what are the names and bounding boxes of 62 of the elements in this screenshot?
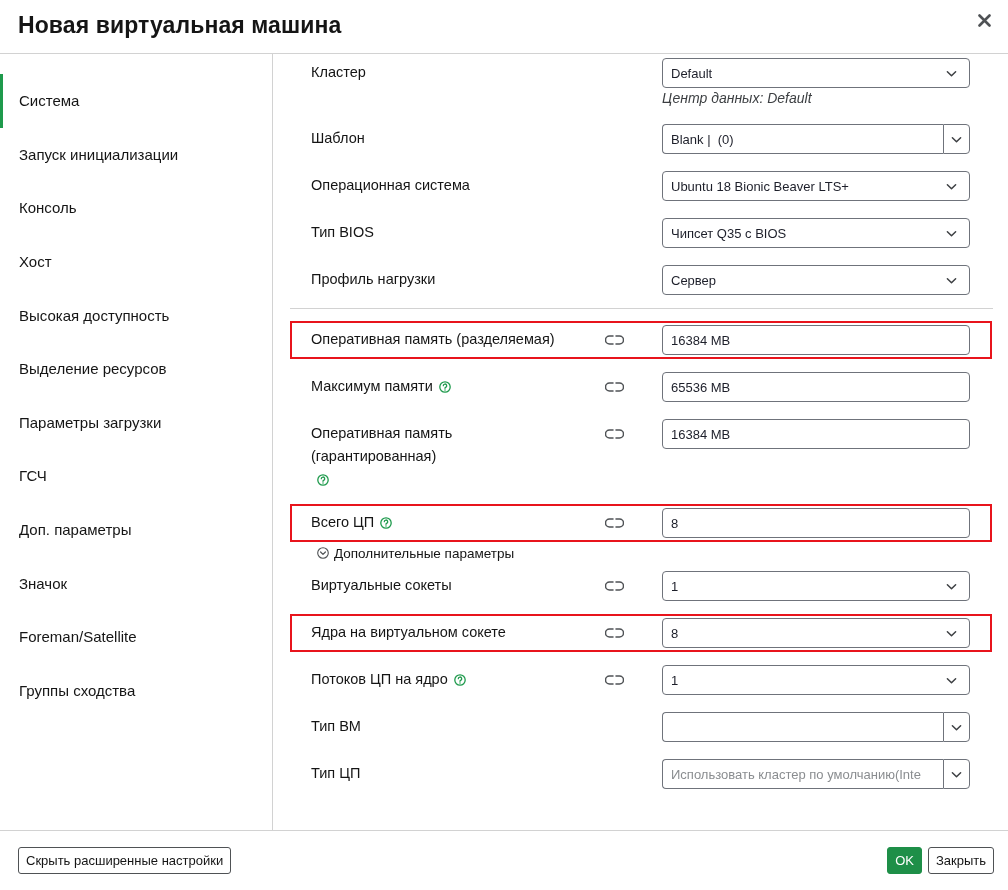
field-label: Тип ВМ bbox=[311, 717, 361, 736]
help-icon[interactable] bbox=[453, 673, 466, 686]
dropdown-toggle[interactable] bbox=[943, 759, 970, 789]
dropdown[interactable]: 1 bbox=[662, 571, 970, 601]
link-icon[interactable] bbox=[605, 675, 624, 685]
field-label: Тип BIOS bbox=[311, 223, 374, 242]
field-label: Виртуальные сокеты bbox=[311, 576, 452, 595]
chevron-circle-icon bbox=[317, 547, 329, 559]
nav-item[interactable]: Система bbox=[0, 74, 272, 128]
nav-item[interactable]: Доп. параметры bbox=[0, 502, 272, 557]
link-icon[interactable] bbox=[605, 429, 624, 439]
advanced-options-toggle[interactable]: Дополнительные параметры bbox=[317, 544, 515, 562]
nav-item[interactable]: Выделение ресурсов bbox=[0, 341, 272, 396]
dropdown[interactable]: Ubuntu 18 Bionic Beaver LTS+ bbox=[662, 171, 970, 201]
field-label: Ядра на виртуальном сокете bbox=[311, 623, 506, 642]
field-label: Оперативная память (гарантированная) bbox=[311, 424, 454, 466]
dropdown[interactable]: Default bbox=[662, 58, 970, 88]
text-field[interactable]: 8 bbox=[662, 508, 970, 538]
combo-input[interactable]: Использовать кластер по умолчанию(Inte bbox=[662, 759, 943, 789]
nav-item[interactable]: ГСЧ bbox=[0, 449, 272, 503]
help-icon[interactable] bbox=[438, 380, 451, 393]
help-icon[interactable] bbox=[317, 473, 329, 486]
field-label: Максимум памяти bbox=[311, 377, 433, 396]
combo-input[interactable] bbox=[662, 712, 943, 742]
dropdown[interactable]: 8 bbox=[662, 618, 970, 648]
hide-advanced-button[interactable]: Скрыть расширенные настройки bbox=[18, 847, 232, 874]
field-label: Потоков ЦП на ядро bbox=[311, 670, 448, 689]
text-field[interactable]: 65536 MB bbox=[662, 372, 970, 402]
dropdown[interactable]: Сервер bbox=[662, 265, 970, 295]
close-button[interactable]: Закрыть bbox=[927, 847, 994, 874]
text-field[interactable]: 16384 MB bbox=[662, 325, 970, 355]
field-label: Шаблон bbox=[311, 129, 365, 148]
link-icon[interactable] bbox=[605, 382, 624, 392]
dialog-title: Новая виртуальная машина bbox=[18, 12, 342, 39]
nav-item[interactable]: Значок bbox=[0, 556, 272, 610]
dropdown-toggle[interactable] bbox=[943, 124, 970, 154]
field-label: Тип ЦП bbox=[311, 764, 361, 783]
nav-item[interactable]: Foreman/Satellite bbox=[0, 609, 272, 664]
nav-item[interactable]: Параметры загрузки bbox=[0, 395, 272, 450]
link-icon[interactable] bbox=[605, 335, 624, 345]
nav-item[interactable]: Хост bbox=[0, 234, 272, 289]
field-label: Кластер bbox=[311, 63, 366, 82]
link-icon[interactable] bbox=[605, 628, 624, 638]
combo-input[interactable]: Blank | (0) bbox=[662, 124, 943, 154]
nav-item[interactable]: Высокая доступность bbox=[0, 288, 272, 342]
dropdown[interactable]: Чипсет Q35 с BIOS bbox=[662, 218, 970, 248]
text-field[interactable]: 16384 MB bbox=[662, 419, 970, 449]
dropdown[interactable]: 1 bbox=[662, 665, 970, 695]
close-icon[interactable] bbox=[978, 14, 991, 27]
field-label: Всего ЦП bbox=[311, 513, 375, 532]
field-label: Операционная система bbox=[311, 176, 470, 195]
field-label: Оперативная память (разделяемая) bbox=[311, 330, 555, 349]
help-icon[interactable] bbox=[380, 516, 393, 529]
ok-button[interactable]: OK bbox=[887, 847, 922, 874]
link-icon[interactable] bbox=[605, 581, 624, 591]
field-hint: Центр данных: Default bbox=[662, 90, 813, 107]
nav-item[interactable]: Запуск инициализации bbox=[0, 127, 272, 182]
nav-item[interactable]: Консоль bbox=[0, 181, 272, 235]
dropdown-toggle[interactable] bbox=[943, 712, 970, 742]
nav-item[interactable]: Группы сходства bbox=[0, 663, 272, 718]
link-icon[interactable] bbox=[605, 518, 624, 528]
field-label: Профиль нагрузки bbox=[311, 270, 436, 289]
